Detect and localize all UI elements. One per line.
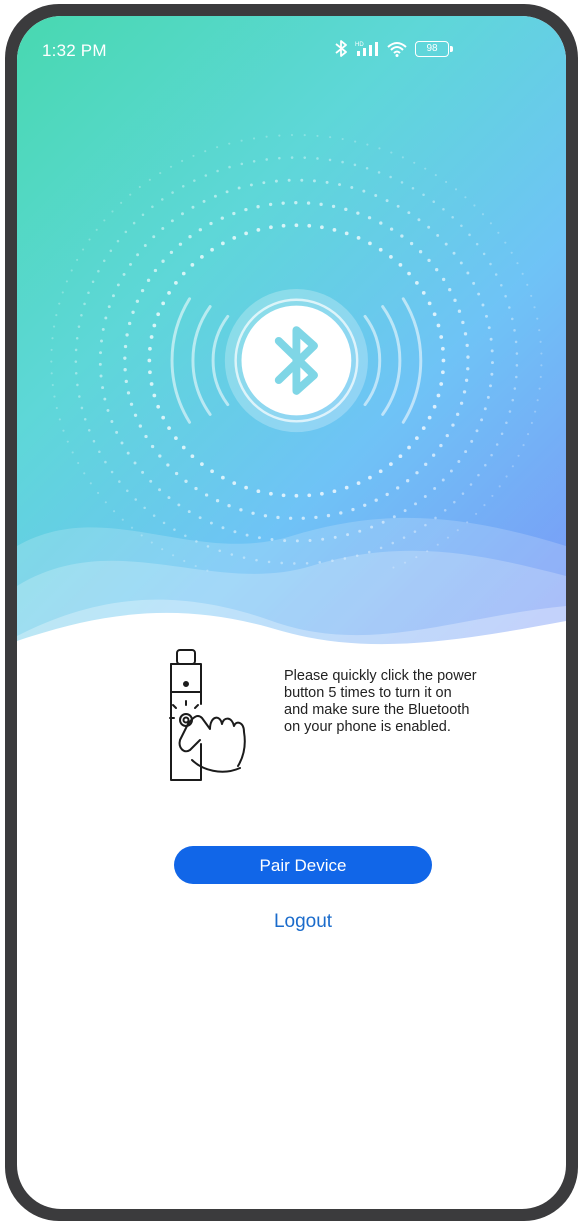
signal-arc-left-mid — [191, 305, 212, 416]
wifi-icon — [387, 41, 407, 57]
pair-device-button[interactable]: Pair Device — [174, 846, 432, 884]
signal-arc-right-mid — [381, 305, 402, 416]
bluetooth-icon — [335, 40, 347, 57]
status-bar: 1:32 PM HD 98 — [17, 16, 566, 76]
app-screen: 1:32 PM HD 98 Please quickly click the p… — [17, 16, 566, 1209]
status-icons: HD 98 — [335, 40, 453, 57]
battery-icon: 98 — [415, 40, 453, 57]
phone-frame: 1:32 PM HD 98 Please quickly click the p… — [5, 4, 578, 1221]
hand-pressing-device-illustration — [169, 649, 246, 781]
status-time: 1:32 PM — [42, 41, 107, 60]
logout-link[interactable]: Logout — [17, 911, 566, 933]
svg-text:HD: HD — [355, 42, 364, 48]
instruction-text: Please quickly click the power button 5 … — [284, 668, 477, 735]
instructions-panel: Please quickly click the power button 5 … — [162, 644, 482, 784]
signal-arc-right-outer — [401, 297, 423, 424]
signal-arc-left-outer — [170, 297, 192, 424]
hd-signal-icon: HD — [355, 42, 378, 56]
